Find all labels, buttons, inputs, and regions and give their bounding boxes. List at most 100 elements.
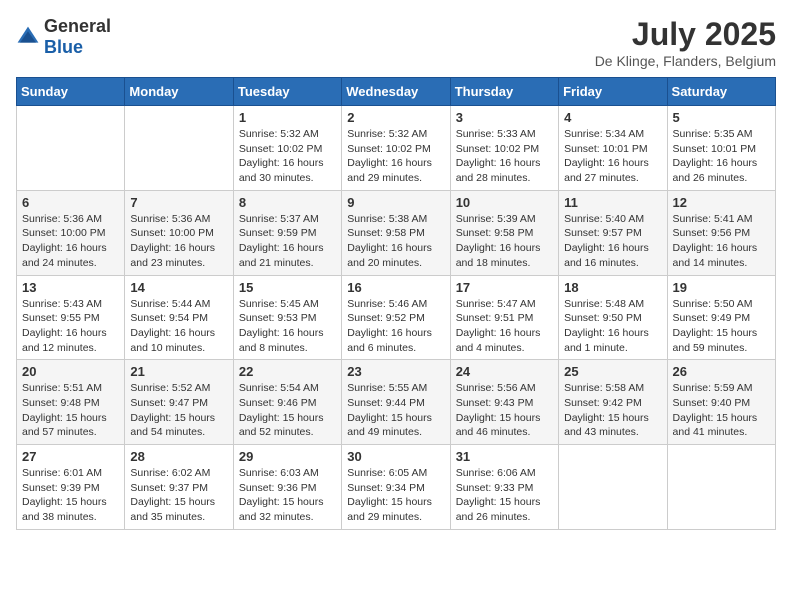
day-info: Sunrise: 5:35 AM Sunset: 10:01 PM Daylig… bbox=[673, 127, 770, 186]
day-info: Sunrise: 6:06 AM Sunset: 9:33 PM Dayligh… bbox=[456, 466, 553, 525]
day-info: Sunrise: 5:39 AM Sunset: 9:58 PM Dayligh… bbox=[456, 212, 553, 271]
calendar-cell: 2Sunrise: 5:32 AM Sunset: 10:02 PM Dayli… bbox=[342, 106, 450, 191]
day-info: Sunrise: 5:54 AM Sunset: 9:46 PM Dayligh… bbox=[239, 381, 336, 440]
calendar-cell: 4 Sunrise: 5:34 AM Sunset: 10:01 PM Dayli… bbox=[559, 106, 667, 191]
day-number: 22 bbox=[239, 364, 336, 379]
calendar-cell: 10 Sunrise: 5:39 AM Sunset: 9:58 PM Dayli… bbox=[450, 190, 558, 275]
day-info: Sunrise: 5:33 AM Sunset: 10:02 PM Daylig… bbox=[456, 127, 553, 186]
calendar-cell: 23 Sunrise: 5:55 AM Sunset: 9:44 PM Dayli… bbox=[342, 360, 450, 445]
calendar-cell: 31 Sunrise: 6:06 AM Sunset: 9:33 PM Dayli… bbox=[450, 445, 558, 530]
day-number: 18 bbox=[564, 280, 661, 295]
day-number: 8 bbox=[239, 195, 336, 210]
day-info: Sunrise: 5:41 AM Sunset: 9:56 PM Dayligh… bbox=[673, 212, 770, 271]
day-number: 23 bbox=[347, 364, 444, 379]
day-number: 9 bbox=[347, 195, 444, 210]
day-of-week-header: Friday bbox=[559, 78, 667, 106]
day-number: 13 bbox=[22, 280, 119, 295]
day-info: Sunrise: 5:56 AM Sunset: 9:43 PM Dayligh… bbox=[456, 381, 553, 440]
calendar-week-row: 20 Sunrise: 5:51 AM Sunset: 9:48 PM Dayli… bbox=[17, 360, 776, 445]
calendar-cell: 8Sunrise: 5:37 AM Sunset: 9:59 PM Daylig… bbox=[233, 190, 341, 275]
day-number: 15 bbox=[239, 280, 336, 295]
location-title: De Klinge, Flanders, Belgium bbox=[595, 53, 776, 69]
calendar-cell: 7 Sunrise: 5:36 AM Sunset: 10:00 PM Dayli… bbox=[125, 190, 233, 275]
day-number: 10 bbox=[456, 195, 553, 210]
day-number: 3 bbox=[456, 110, 553, 125]
day-number: 12 bbox=[673, 195, 770, 210]
calendar-cell: 26 Sunrise: 5:59 AM Sunset: 9:40 PM Dayli… bbox=[667, 360, 775, 445]
calendar-week-row: 6 Sunrise: 5:36 AM Sunset: 10:00 PM Dayli… bbox=[17, 190, 776, 275]
day-of-week-header: Tuesday bbox=[233, 78, 341, 106]
day-number: 25 bbox=[564, 364, 661, 379]
day-info: Sunrise: 5:59 AM Sunset: 9:40 PM Dayligh… bbox=[673, 381, 770, 440]
calendar-cell: 11 Sunrise: 5:40 AM Sunset: 9:57 PM Dayli… bbox=[559, 190, 667, 275]
day-info: Sunrise: 5:45 AM Sunset: 9:53 PM Dayligh… bbox=[239, 297, 336, 356]
day-info: Sunrise: 5:52 AM Sunset: 9:47 PM Dayligh… bbox=[130, 381, 227, 440]
calendar-cell: 16 Sunrise: 5:46 AM Sunset: 9:52 PM Dayli… bbox=[342, 275, 450, 360]
day-info: Sunrise: 5:44 AM Sunset: 9:54 PM Dayligh… bbox=[130, 297, 227, 356]
calendar-cell: 15 Sunrise: 5:45 AM Sunset: 9:53 PM Dayli… bbox=[233, 275, 341, 360]
calendar-cell bbox=[667, 445, 775, 530]
day-number: 17 bbox=[456, 280, 553, 295]
calendar-cell bbox=[125, 106, 233, 191]
calendar-cell: 21 Sunrise: 5:52 AM Sunset: 9:47 PM Dayli… bbox=[125, 360, 233, 445]
day-number: 24 bbox=[456, 364, 553, 379]
day-number: 21 bbox=[130, 364, 227, 379]
logo: General Blue bbox=[16, 16, 111, 58]
day-info: Sunrise: 5:36 AM Sunset: 10:00 PM Daylig… bbox=[22, 212, 119, 271]
day-number: 26 bbox=[673, 364, 770, 379]
day-info: Sunrise: 5:40 AM Sunset: 9:57 PM Dayligh… bbox=[564, 212, 661, 271]
day-info: Sunrise: 5:48 AM Sunset: 9:50 PM Dayligh… bbox=[564, 297, 661, 356]
calendar-cell: 28 Sunrise: 6:02 AM Sunset: 9:37 PM Dayli… bbox=[125, 445, 233, 530]
day-of-week-header: Sunday bbox=[17, 78, 125, 106]
day-number: 6 bbox=[22, 195, 119, 210]
day-number: 2 bbox=[347, 110, 444, 125]
calendar-week-row: 1Sunrise: 5:32 AM Sunset: 10:02 PM Dayli… bbox=[17, 106, 776, 191]
calendar-cell bbox=[17, 106, 125, 191]
day-number: 28 bbox=[130, 449, 227, 464]
calendar-cell: 9Sunrise: 5:38 AM Sunset: 9:58 PM Daylig… bbox=[342, 190, 450, 275]
day-number: 4 bbox=[564, 110, 661, 125]
day-info: Sunrise: 5:51 AM Sunset: 9:48 PM Dayligh… bbox=[22, 381, 119, 440]
day-number: 16 bbox=[347, 280, 444, 295]
day-info: Sunrise: 5:43 AM Sunset: 9:55 PM Dayligh… bbox=[22, 297, 119, 356]
day-info: Sunrise: 6:02 AM Sunset: 9:37 PM Dayligh… bbox=[130, 466, 227, 525]
calendar-cell bbox=[559, 445, 667, 530]
calendar-header-row: SundayMondayTuesdayWednesdayThursdayFrid… bbox=[17, 78, 776, 106]
day-info: Sunrise: 5:46 AM Sunset: 9:52 PM Dayligh… bbox=[347, 297, 444, 356]
calendar-cell: 3 Sunrise: 5:33 AM Sunset: 10:02 PM Dayli… bbox=[450, 106, 558, 191]
day-number: 7 bbox=[130, 195, 227, 210]
day-of-week-header: Monday bbox=[125, 78, 233, 106]
day-info: Sunrise: 5:50 AM Sunset: 9:49 PM Dayligh… bbox=[673, 297, 770, 356]
calendar-week-row: 27Sunrise: 6:01 AM Sunset: 9:39 PM Dayli… bbox=[17, 445, 776, 530]
logo-blue: Blue bbox=[44, 37, 83, 57]
calendar-table: SundayMondayTuesdayWednesdayThursdayFrid… bbox=[16, 77, 776, 530]
day-number: 19 bbox=[673, 280, 770, 295]
day-number: 29 bbox=[239, 449, 336, 464]
day-number: 11 bbox=[564, 195, 661, 210]
day-info: Sunrise: 5:55 AM Sunset: 9:44 PM Dayligh… bbox=[347, 381, 444, 440]
day-info: Sunrise: 5:47 AM Sunset: 9:51 PM Dayligh… bbox=[456, 297, 553, 356]
month-title: July 2025 bbox=[595, 16, 776, 53]
calendar-cell: 14 Sunrise: 5:44 AM Sunset: 9:54 PM Dayli… bbox=[125, 275, 233, 360]
day-number: 20 bbox=[22, 364, 119, 379]
calendar-week-row: 13 Sunrise: 5:43 AM Sunset: 9:55 PM Dayli… bbox=[17, 275, 776, 360]
calendar-cell: 30Sunrise: 6:05 AM Sunset: 9:34 PM Dayli… bbox=[342, 445, 450, 530]
day-info: Sunrise: 5:34 AM Sunset: 10:01 PM Daylig… bbox=[564, 127, 661, 186]
calendar-cell: 17 Sunrise: 5:47 AM Sunset: 9:51 PM Dayli… bbox=[450, 275, 558, 360]
calendar-cell: 24 Sunrise: 5:56 AM Sunset: 9:43 PM Dayli… bbox=[450, 360, 558, 445]
day-number: 14 bbox=[130, 280, 227, 295]
day-info: Sunrise: 6:01 AM Sunset: 9:39 PM Dayligh… bbox=[22, 466, 119, 525]
calendar-cell: 25Sunrise: 5:58 AM Sunset: 9:42 PM Dayli… bbox=[559, 360, 667, 445]
day-of-week-header: Wednesday bbox=[342, 78, 450, 106]
calendar-cell: 1Sunrise: 5:32 AM Sunset: 10:02 PM Dayli… bbox=[233, 106, 341, 191]
day-number: 31 bbox=[456, 449, 553, 464]
calendar-cell: 5Sunrise: 5:35 AM Sunset: 10:01 PM Dayli… bbox=[667, 106, 775, 191]
day-info: Sunrise: 5:36 AM Sunset: 10:00 PM Daylig… bbox=[130, 212, 227, 271]
calendar-cell: 20 Sunrise: 5:51 AM Sunset: 9:48 PM Dayli… bbox=[17, 360, 125, 445]
day-info: Sunrise: 6:05 AM Sunset: 9:34 PM Dayligh… bbox=[347, 466, 444, 525]
logo-general: General bbox=[44, 16, 111, 36]
calendar-cell: 29Sunrise: 6:03 AM Sunset: 9:36 PM Dayli… bbox=[233, 445, 341, 530]
logo-icon bbox=[16, 25, 40, 49]
day-info: Sunrise: 5:32 AM Sunset: 10:02 PM Daylig… bbox=[239, 127, 336, 186]
day-of-week-header: Thursday bbox=[450, 78, 558, 106]
